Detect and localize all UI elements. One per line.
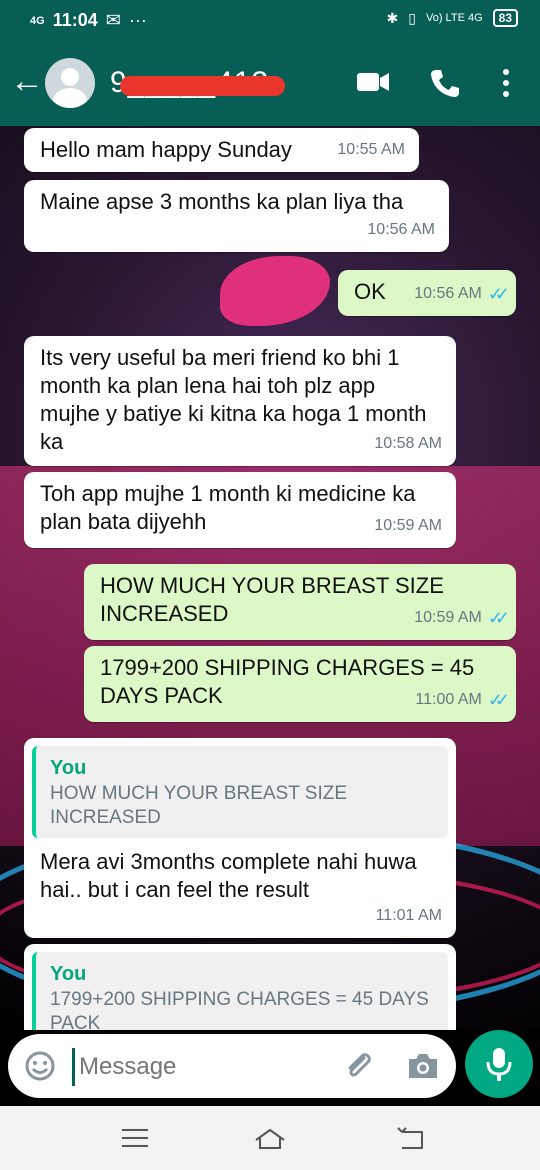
read-ticks-icon: ✓✓ [487,690,510,710]
message-time: 10:56 AM [367,221,435,238]
back-arrow-icon[interactable]: ← [10,64,44,98]
read-ticks-icon: ✓✓ [487,284,510,304]
network-indicator: Vo) LTE 4G [425,12,483,24]
redaction-mark [120,76,285,96]
message-notification-icon: ✉ [105,10,121,30]
quote-text: HOW MUCH YOUR BREAST SIZE INCREASED [50,783,347,828]
message-input[interactable] [72,1048,331,1086]
emoji-icon[interactable] [24,1050,56,1082]
message-incoming[interactable]: Its very useful ba meri friend ko bhi 1 … [24,336,456,466]
back-nav-icon[interactable] [396,1124,426,1152]
wallpaper-flame-shape [220,256,330,326]
message-text: OK [354,279,386,304]
message-outgoing[interactable]: HOW MUCH YOUR BREAST SIZE INCREASED 10:5… [84,564,516,640]
chat-area[interactable]: Hello mam happy Sunday 10:55 AM Maine ap… [0,126,540,1030]
more-notifications-icon: ··· [128,10,147,30]
avatar[interactable] [45,58,95,108]
menu-icon[interactable] [120,1126,150,1150]
mic-button[interactable] [465,1030,533,1098]
message-time: 10:58 AM [374,435,442,452]
message-time: 11:00 AM [415,691,482,708]
message-time: 11:01 AM [375,907,442,924]
quote-author: You [50,757,87,779]
message-incoming[interactable]: Toh app mujhe 1 month ki medicine ka pla… [24,472,456,548]
camera-icon[interactable] [406,1050,440,1082]
message-incoming[interactable]: Maine apse 3 months ka plan liya tha 10:… [24,180,449,252]
bluetooth-icon: ✱ [386,9,399,26]
quote-author: You [50,963,87,985]
message-text: Hello mam happy Sunday [40,137,292,162]
message-incoming-reply[interactable]: You 1799+200 SHIPPING CHARGES = 45 DAYS … [24,944,456,1030]
message-composer[interactable] [8,1034,456,1098]
vibrate-icon: ▯ [408,9,416,26]
system-nav-bar [0,1106,540,1170]
read-ticks-icon: ✓✓ [487,608,510,628]
status-time: 11:04 [52,10,98,30]
message-incoming[interactable]: Hello mam happy Sunday 10:55 AM [24,128,419,172]
message-time: 10:55 AM [337,141,405,158]
quoted-message[interactable]: You HOW MUCH YOUR BREAST SIZE INCREASED [32,746,448,838]
message-text: Maine apse 3 months ka plan liya tha [40,189,404,214]
message-time: 10:56 AM [414,285,482,302]
paperclip-icon[interactable] [342,1050,374,1082]
home-icon[interactable] [252,1124,288,1152]
phone-icon[interactable] [430,68,460,98]
chat-header: ← 9_____413 [0,40,540,126]
status-bar: 4G 11:04 ✉ ··· ✱ ▯ Vo) LTE 4G 83 [0,0,540,40]
signal-indicator: 4G [30,14,45,27]
message-time: 10:59 AM [414,609,482,626]
quote-text: 1799+200 SHIPPING CHARGES = 45 DAYS PACK [50,989,429,1030]
message-incoming-reply[interactable]: You HOW MUCH YOUR BREAST SIZE INCREASED … [24,738,456,938]
message-text: Mera avi 3months complete nahi huwa hai.… [40,849,417,902]
message-text: Toh app mujhe 1 month ki medicine ka pla… [40,481,416,534]
quoted-message[interactable]: You 1799+200 SHIPPING CHARGES = 45 DAYS … [32,952,448,1030]
microphone-icon [486,1048,512,1081]
video-camera-icon[interactable] [356,68,390,96]
battery-level: 83 [492,9,518,27]
more-vert-icon[interactable] [500,68,512,98]
composer-bar [0,1030,540,1106]
message-time: 10:59 AM [374,517,442,534]
message-outgoing[interactable]: OK 10:56 AM ✓✓ [338,270,516,316]
message-outgoing[interactable]: 1799+200 SHIPPING CHARGES = 45 DAYS PACK… [84,646,516,722]
